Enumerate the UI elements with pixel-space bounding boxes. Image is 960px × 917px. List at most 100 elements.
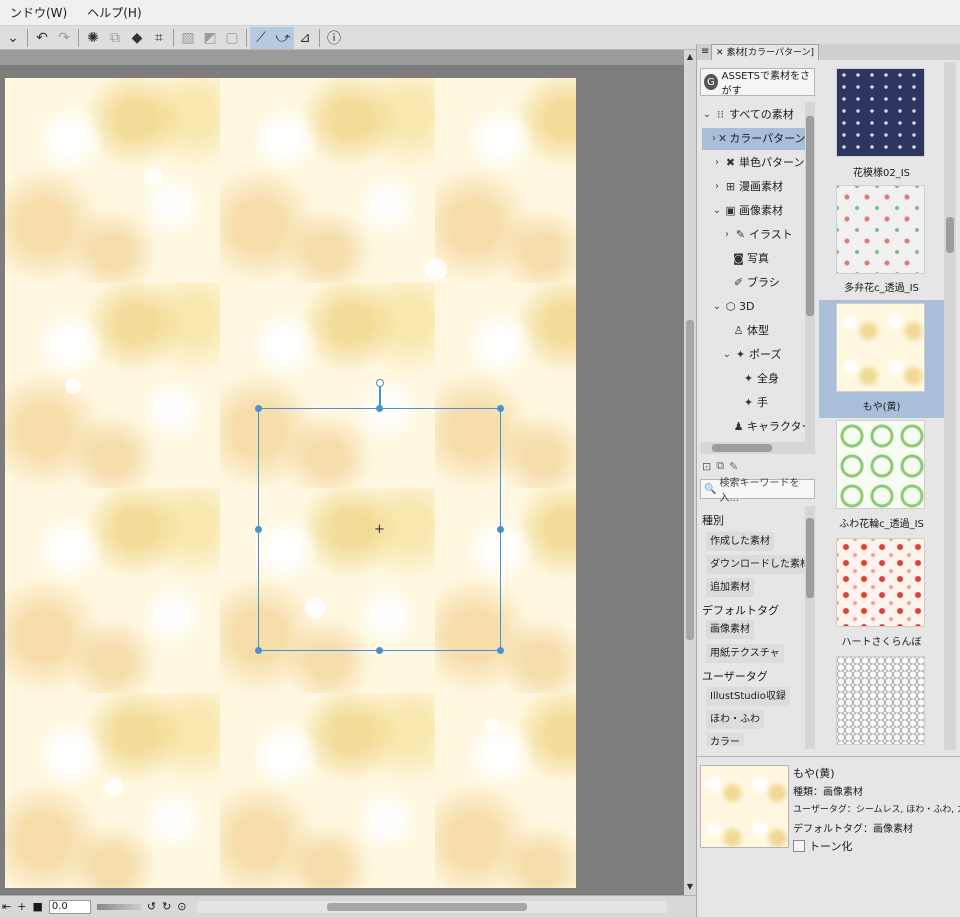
- edit-folder-icon[interactable]: ✎: [729, 460, 738, 473]
- canvas-horizontal-scrollbar[interactable]: [196, 900, 667, 913]
- tag-chip[interactable]: カラー: [706, 733, 744, 746]
- tree-item-character[interactable]: ♟ キャラクター: [732, 416, 813, 438]
- material-item[interactable]: ハートさくらんぼ: [819, 536, 944, 654]
- tree-item-hand[interactable]: ✦ 手: [742, 392, 768, 414]
- snap-off-2-icon[interactable]: ▢: [221, 27, 243, 49]
- chevron-right-icon[interactable]: ›: [712, 176, 722, 198]
- scroll-up-icon[interactable]: ▲: [685, 52, 695, 61]
- stop-icon[interactable]: ■: [32, 900, 42, 913]
- material-detail: もや(黄) 種類：画像素材 ユーザータグ：シームレス, ほわ・ふわ, カラー, …: [697, 756, 960, 917]
- tag-chip[interactable]: IllustStudio収録: [706, 687, 790, 706]
- tree-item-illust[interactable]: › ✎ イラスト: [722, 224, 793, 246]
- transform-handle-top-right[interactable]: [497, 405, 504, 412]
- material-item-selected[interactable]: もや(黄): [819, 300, 944, 418]
- chevron-down-icon[interactable]: ⌄: [722, 344, 732, 366]
- special-ruler-snap-icon[interactable]: ⤻: [272, 26, 294, 49]
- manga-icon: ⊞: [725, 180, 736, 193]
- canvas-top-strip: [0, 50, 684, 65]
- toolbar-collapse-icon[interactable]: ⌄: [2, 27, 24, 49]
- transform-handle-right[interactable]: [497, 526, 504, 533]
- tree-item-all[interactable]: ⌄ ⁝⁝ すべての素材: [702, 104, 805, 126]
- transform-center-icon[interactable]: +: [374, 523, 385, 536]
- transform-handle-bottom-right[interactable]: [497, 647, 504, 654]
- reset-rotation-icon[interactable]: ⊙: [177, 900, 186, 913]
- chevron-right-icon[interactable]: ›: [722, 224, 732, 246]
- tag-chip[interactable]: 追加素材: [706, 578, 754, 597]
- tree-horizontal-scrollbar[interactable]: [700, 442, 815, 454]
- material-item[interactable]: 花模様02_IS: [819, 62, 944, 182]
- scrollbar-thumb[interactable]: [806, 116, 814, 316]
- menu-window[interactable]: ンドウ(W): [0, 0, 77, 26]
- copy-icon[interactable]: ⧉: [104, 27, 126, 49]
- tone-checkbox[interactable]: トーン化: [793, 838, 852, 854]
- transform-handle-top[interactable]: [376, 405, 383, 412]
- material-item[interactable]: 多弁花c_透過_IS: [819, 182, 944, 300]
- crop-icon[interactable]: ⌗: [148, 27, 170, 49]
- ruler-snap-icon[interactable]: ⟋: [250, 26, 272, 49]
- tree-item-full-body[interactable]: ✦ 全身: [742, 368, 779, 390]
- tree-item-3d[interactable]: ⌄ ⬡ 3D: [712, 296, 755, 318]
- zoom-in-icon[interactable]: +: [17, 900, 26, 913]
- transform-handle-left[interactable]: [255, 526, 262, 533]
- scrollbar-thumb[interactable]: [712, 444, 772, 452]
- chevron-down-icon[interactable]: ⌄: [712, 296, 722, 318]
- help-icon[interactable]: ⓘ: [323, 27, 345, 49]
- thumbnail-vertical-scrollbar[interactable]: [944, 62, 956, 750]
- checkbox-box[interactable]: [793, 840, 805, 852]
- tag-chip[interactable]: ダウンロードした素材: [706, 555, 814, 574]
- zoom-field[interactable]: 0.0: [48, 899, 91, 914]
- scrollbar-thumb[interactable]: [946, 217, 954, 253]
- chevron-right-icon[interactable]: ›: [712, 128, 716, 150]
- tab-material[interactable]: ✕ 素材[カラーパターン]: [711, 44, 820, 60]
- material-type: 種類：画像素材: [793, 787, 863, 798]
- assets-search-button[interactable]: G ASSETSで素材をさがす: [700, 68, 815, 97]
- zoom-slider[interactable]: [96, 903, 141, 910]
- duplicate-folder-icon[interactable]: ⧉: [716, 459, 724, 473]
- bokeh-dot: [105, 778, 123, 796]
- scrollbar-thumb[interactable]: [806, 518, 814, 598]
- chevron-down-icon[interactable]: ⌄: [702, 104, 712, 126]
- tag-chip[interactable]: 用紙テクスチャ: [706, 644, 784, 663]
- chevron-down-icon[interactable]: ⌄: [712, 200, 722, 222]
- rotate-right-icon[interactable]: ↻: [162, 900, 171, 913]
- grid-snap-icon[interactable]: ⊿: [294, 27, 316, 49]
- tree-item-color-pattern[interactable]: › ✕ カラーパターン: [702, 128, 806, 150]
- fill-icon[interactable]: ◆: [126, 27, 148, 49]
- material-item[interactable]: ふわ花輪c_透過_IS: [819, 418, 944, 536]
- canvas-vertical-scrollbar[interactable]: ▲ ▼: [684, 50, 696, 895]
- transform-handle-bottom-left[interactable]: [255, 647, 262, 654]
- tree-item-label: 3D: [739, 300, 755, 313]
- rotation-handle[interactable]: [376, 379, 384, 387]
- tree-item-image[interactable]: ⌄ ▣ 画像素材: [712, 200, 783, 222]
- transform-handle-top-left[interactable]: [255, 405, 262, 412]
- tag-chip[interactable]: ほわ・ふわ: [706, 710, 764, 729]
- menu-help[interactable]: ヘルプ(H): [77, 0, 151, 26]
- loading-icon[interactable]: ✺: [82, 27, 104, 49]
- canvas-area[interactable]: + ▲ ▼: [0, 50, 696, 895]
- undo-icon[interactable]: ↶: [31, 27, 53, 49]
- tag-chip[interactable]: 作成した素材: [706, 532, 774, 551]
- tree-item-brush[interactable]: ✐ ブラシ: [732, 272, 780, 294]
- redo-icon[interactable]: ↷: [53, 27, 75, 49]
- scrollbar-thumb[interactable]: [326, 902, 527, 911]
- new-folder-icon[interactable]: ⊡: [702, 460, 711, 473]
- material-item[interactable]: [819, 654, 944, 750]
- tag-vertical-scrollbar[interactable]: [805, 506, 815, 749]
- scroll-down-icon[interactable]: ▼: [685, 882, 695, 891]
- chevron-right-icon[interactable]: ›: [712, 152, 722, 174]
- tree-vertical-scrollbar[interactable]: [805, 102, 815, 452]
- snap-off-icon[interactable]: ◩: [199, 27, 221, 49]
- tag-chip[interactable]: 画像素材: [706, 620, 754, 639]
- tree-item-manga[interactable]: › ⊞ 漫画素材: [712, 176, 783, 198]
- rotate-left-icon[interactable]: ↺: [147, 900, 156, 913]
- tree-item-mono-pattern[interactable]: › ✖ 単色パターン: [712, 152, 804, 174]
- tree-item-body[interactable]: ♙ 体型: [732, 320, 769, 342]
- transform-handle-bottom[interactable]: [376, 647, 383, 654]
- panel-menu-icon[interactable]: ≡: [701, 46, 709, 57]
- search-input[interactable]: 🔍 検索キーワードを入...: [700, 478, 815, 504]
- navigator-toggle-icon[interactable]: ⇤: [2, 900, 11, 913]
- tree-item-photo[interactable]: ◙ 写真: [732, 248, 769, 270]
- scrollbar-thumb[interactable]: [686, 320, 694, 640]
- hide-selection-icon[interactable]: ▨: [177, 27, 199, 49]
- tree-item-pose[interactable]: ⌄ ✦ ポーズ: [722, 344, 782, 366]
